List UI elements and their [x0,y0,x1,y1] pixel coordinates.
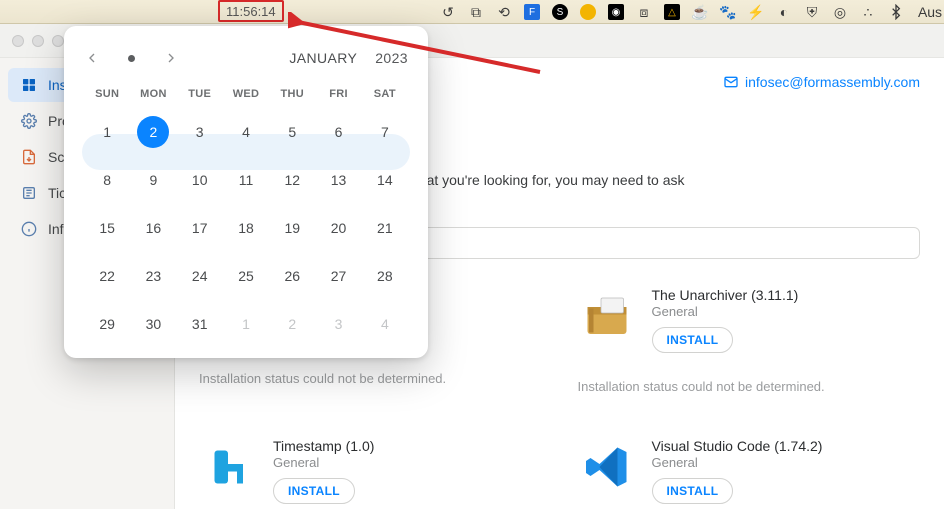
contact-link[interactable]: infosec@formassembly.com [723,74,920,90]
bluetooth-icon[interactable] [888,4,904,20]
calendar-day[interactable]: 12 [269,164,315,196]
calendar-day[interactable]: 31 [177,308,223,340]
calendar-dow: SAT [362,88,408,100]
app-category: General [652,304,799,319]
app-card: Timestamp (1.0) General INSTALL [199,438,542,504]
install-button[interactable]: INSTALL [652,327,734,353]
calendar-day[interactable]: 28 [362,260,408,292]
calendar-dow: THU [269,88,315,100]
calendar-day[interactable]: 1 [84,116,130,148]
install-button[interactable]: INSTALL [273,478,355,504]
calendar-day[interactable]: 15 [84,212,130,244]
calendar-day[interactable]: 27 [315,260,361,292]
lightning-icon[interactable]: ⚡ [748,4,764,20]
calendar-day[interactable]: 2 [130,116,176,148]
calendar-day[interactable]: 20 [315,212,361,244]
menubar-clock[interactable]: 11:56:14 [218,0,284,22]
calendar-grid: SUNMONTUEWEDTHUFRISAT1234567891011121314… [84,88,408,340]
dropbox-icon[interactable]: ⧈ [636,4,652,20]
calendar-day[interactable]: 9 [130,164,176,196]
calendar-day[interactable]: 30 [130,308,176,340]
calendar-day[interactable]: 7 [362,116,408,148]
app-category: General [652,455,921,470]
dots-icon[interactable]: ∴ [860,4,876,20]
calendar-next[interactable] [163,50,179,66]
app-title: The Unarchiver (3.11.1) [652,287,799,303]
calendar-day[interactable]: 4 [223,116,269,148]
calendar-dow: SUN [84,88,130,100]
app-title: Timestamp (1.0) [273,438,542,454]
app-icon-2[interactable] [580,4,596,20]
calendar-day[interactable]: 16 [130,212,176,244]
camera-icon[interactable]: ◉ [608,4,624,20]
calendar-day[interactable]: 2 [269,308,315,340]
calendar-day[interactable]: 3 [315,308,361,340]
menubar-right-text[interactable]: Aus [922,4,938,20]
calendar-day-selected[interactable]: 2 [137,116,169,148]
calendar-day[interactable]: 17 [177,212,223,244]
shield-icon[interactable]: ⛨ [804,4,820,20]
app-icon-3[interactable]: △ [664,4,680,20]
calendar-day[interactable]: 24 [177,260,223,292]
calendar-prev[interactable] [84,50,100,66]
install-button[interactable]: INSTALL [652,478,734,504]
calendar-today-dot[interactable] [128,55,135,62]
calendar-day[interactable]: 8 [84,164,130,196]
coffee-icon[interactable]: ☕ [692,4,708,20]
calendar-day[interactable]: 10 [177,164,223,196]
calendar-day[interactable]: 29 [84,308,130,340]
ticket-icon [20,184,38,202]
gear-icon [20,112,38,130]
calendar-day[interactable]: 23 [130,260,176,292]
paw-icon[interactable]: 🐾 [720,4,736,20]
app-status: Installation status could not be determi… [578,379,825,394]
traffic-lights[interactable] [12,35,64,47]
calendar-dow: FRI [315,88,361,100]
calendar-day[interactable]: 21 [362,212,408,244]
moon-icon[interactable]: ◐ [776,4,792,20]
app-card: Visual Studio Code (1.74.2) General INST… [578,438,921,504]
timestamp-icon [199,438,257,496]
calendar-dow: TUE [177,88,223,100]
minimize-dot[interactable] [32,35,44,47]
app-title: Visual Studio Code (1.74.2) [652,438,921,454]
info-icon [20,220,38,238]
calendar-day[interactable]: 22 [84,260,130,292]
calendar-day[interactable]: 3 [177,116,223,148]
calendar-day[interactable]: 1 [223,308,269,340]
contact-email: infosec@formassembly.com [745,74,920,90]
mail-icon [723,74,739,90]
unarchiver-icon [578,287,636,345]
calendar-day[interactable]: 14 [362,164,408,196]
airdrop-icon[interactable]: ◎ [832,4,848,20]
calendar-day[interactable]: 18 [223,212,269,244]
annotation-arrow [288,12,548,82]
calendar-day[interactable]: 4 [362,308,408,340]
doc-arrow-icon [20,148,38,166]
zoom-dot[interactable] [52,35,64,47]
calendar-day[interactable]: 26 [269,260,315,292]
close-dot[interactable] [12,35,24,47]
calendar-day[interactable]: 11 [223,164,269,196]
app-status: Installation status could not be determi… [199,371,446,386]
skype-icon[interactable]: S [552,4,568,20]
calendar-day[interactable]: 25 [223,260,269,292]
calendar-dow: WED [223,88,269,100]
calendar-day[interactable]: 5 [269,116,315,148]
calendar-day[interactable]: 6 [315,116,361,148]
app-card: The Unarchiver (3.11.1) General INSTALL … [578,287,921,394]
calendar-dow: MON [130,88,176,100]
grid-icon [20,76,38,94]
app-category: General [273,455,542,470]
vscode-icon [578,438,636,496]
calendar-day[interactable]: 19 [269,212,315,244]
calendar-day[interactable]: 13 [315,164,361,196]
